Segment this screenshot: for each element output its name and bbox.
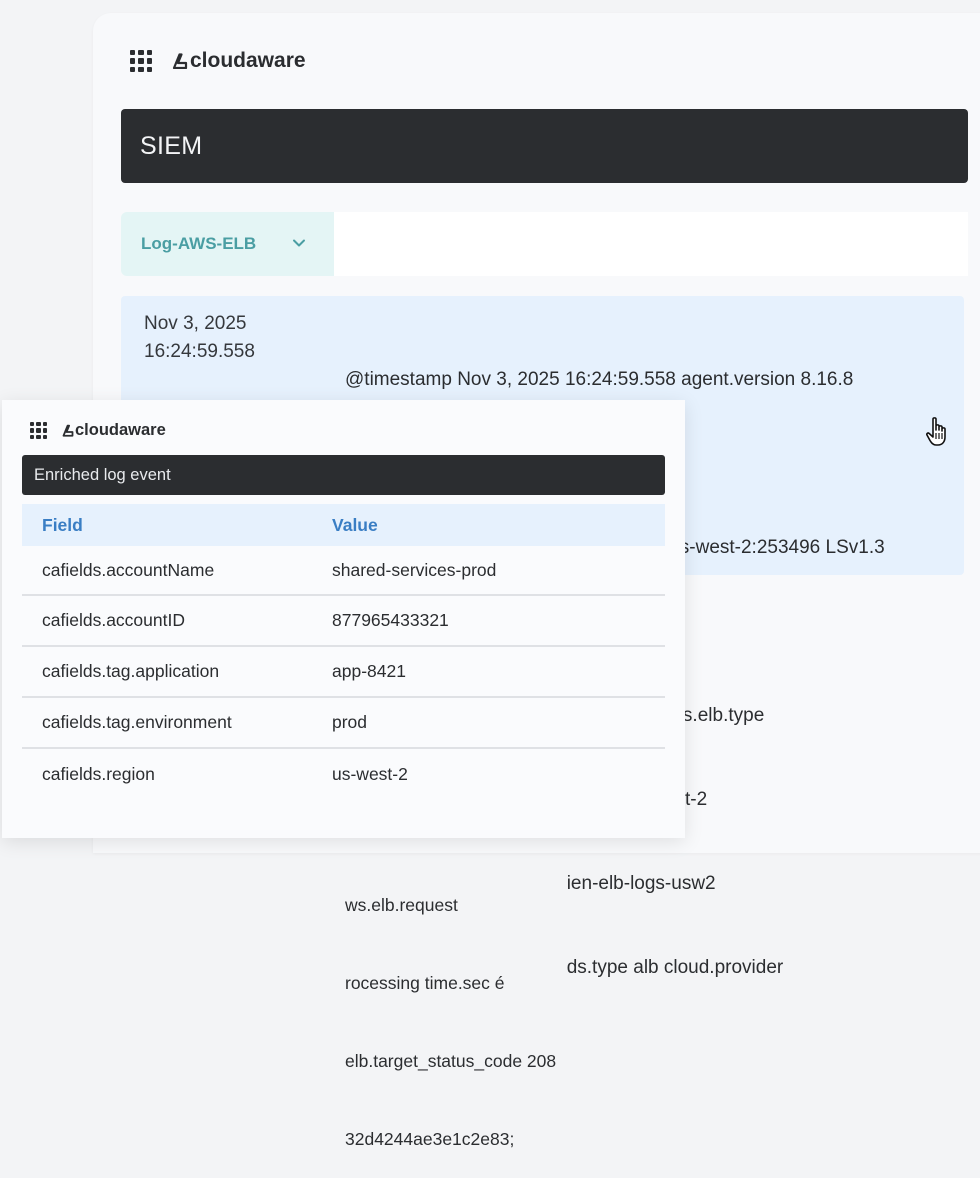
cloudaware-logo-icon — [172, 53, 188, 69]
log-line: rocessing time.sec é — [345, 973, 505, 993]
column-header-value: Value — [332, 514, 378, 535]
value-cell: app-8421 — [332, 661, 406, 681]
log-line: ws.elb.request — [345, 895, 458, 915]
log-timestamp: Nov 3, 2025 16:24:59.558 — [144, 310, 255, 366]
field-cell: cafields.region — [42, 764, 155, 784]
table-row: cafields.tag.environment prod — [22, 698, 665, 749]
value-cell: shared-services-prod — [332, 559, 497, 580]
value-cell: 877965433321 — [332, 610, 449, 630]
table-row: cafields.region us-west-2 — [22, 749, 665, 800]
field-cell: cafields.tag.environment — [42, 712, 232, 732]
field-cell: cafields.accountID — [42, 610, 185, 630]
column-header-field: Field — [42, 514, 83, 535]
cloudaware-logo-icon — [62, 424, 74, 437]
table-row: cafields.accountID 877965433321 — [22, 596, 665, 647]
brand-name[interactable]: cloudaware — [75, 421, 166, 440]
log-source-label: Log-AWS-ELB — [141, 234, 257, 253]
panel-brand: cloudaware — [30, 421, 166, 440]
panel-title: Enriched log event — [34, 465, 171, 484]
log-line: 32d4244ae3e1c2e83; — [345, 1129, 515, 1149]
log-time: 16:24:59.558 — [144, 341, 255, 362]
panel-title-bar: Enriched log event — [22, 455, 665, 495]
log-line: elb.target_status_code 208 — [345, 1051, 557, 1071]
field-cell: cafields.accountName — [42, 559, 215, 580]
hand-pointer-icon — [926, 417, 946, 446]
enriched-fields-table: Field Value cafields.accountName shared-… — [22, 504, 665, 800]
field-cell: cafields.tag.application — [42, 661, 220, 681]
apps-grid-icon[interactable] — [30, 422, 47, 439]
value-cell: us-west-2 — [332, 764, 408, 784]
value-cell: prod — [332, 712, 368, 732]
table-row: cafields.accountName shared-services-pro… — [22, 546, 665, 596]
chevron-down-icon — [293, 239, 305, 247]
log-line: @timestamp Nov 3, 2025 16:24:59.558 agen… — [345, 369, 854, 390]
log-date: Nov 3, 2025 — [144, 313, 247, 334]
log-source-select[interactable]: Log-AWS-ELB — [121, 212, 334, 276]
header-brand: cloudaware — [130, 49, 306, 73]
page-title-bar: SIEM — [121, 109, 968, 183]
table-row: cafields.tag.application app-8421 — [22, 647, 665, 698]
apps-grid-icon[interactable] — [130, 50, 152, 72]
filter-strip — [334, 212, 968, 276]
table-header: Field Value — [22, 504, 665, 546]
page-title: SIEM — [140, 131, 203, 160]
brand-name[interactable]: cloudaware — [190, 49, 306, 73]
